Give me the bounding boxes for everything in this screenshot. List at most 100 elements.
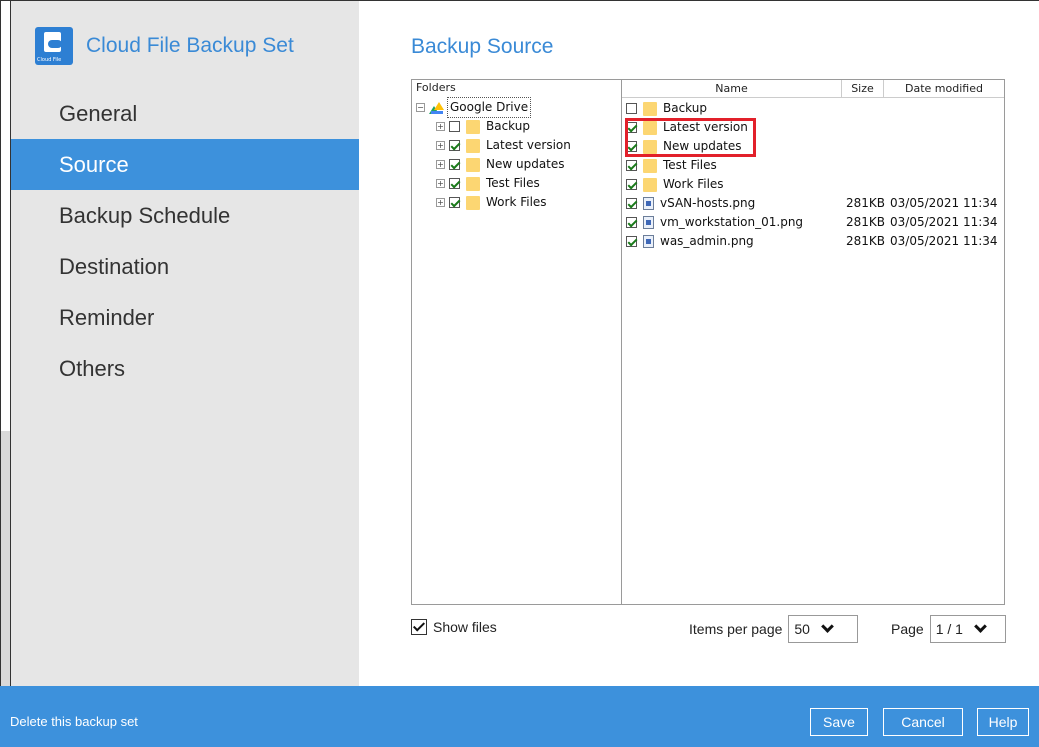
folder-icon: [643, 177, 657, 192]
files-pane: Name Size Date modified Backup Latest ve…: [622, 80, 1004, 604]
file-row[interactable]: was_admin.png 281KB 03/05/2021 11:34: [622, 232, 1004, 251]
tree-item[interactable]: + Test Files: [436, 174, 540, 193]
tree-item-label[interactable]: Backup: [486, 117, 530, 136]
sidebar-nav: General Source Backup Schedule Destinati…: [11, 88, 359, 394]
expand-icon[interactable]: +: [436, 179, 445, 188]
save-button[interactable]: Save: [810, 708, 868, 736]
file-date: 03/05/2021 11:34: [890, 234, 998, 248]
checkbox[interactable]: [449, 140, 460, 151]
google-drive-icon: [429, 101, 444, 114]
help-button[interactable]: Help: [977, 708, 1029, 736]
sidebar: Cloud File Cloud File Backup Set General…: [11, 1, 359, 687]
main-panel: Backup Source Folders − Google Drive + B…: [359, 1, 1039, 687]
checkbox[interactable]: [626, 236, 637, 247]
expand-icon[interactable]: +: [436, 160, 445, 169]
file-name: vSAN-hosts.png: [660, 196, 756, 210]
column-headers: Name Size Date modified: [622, 80, 1004, 98]
checkbox[interactable]: [449, 197, 460, 208]
app-window: Cloud File Cloud File Backup Set General…: [0, 0, 1039, 747]
checkbox[interactable]: [626, 160, 637, 171]
folders-header: Folders: [416, 81, 456, 94]
file-row[interactable]: Test Files: [622, 156, 1004, 175]
items-per-page-label: Items per page: [689, 621, 783, 637]
expand-icon[interactable]: +: [436, 198, 445, 207]
tree-item[interactable]: + Backup: [436, 117, 530, 136]
background-strip: [1, 1, 11, 687]
chevron-down-icon: [975, 624, 985, 634]
tree-root[interactable]: − Google Drive: [416, 97, 532, 118]
sidebar-item-others[interactable]: Others: [11, 343, 359, 394]
tree-item-label[interactable]: New updates: [486, 155, 565, 174]
show-files-checkbox[interactable]: [411, 619, 427, 635]
column-header-date[interactable]: Date modified: [884, 80, 1004, 98]
checkbox[interactable]: [626, 198, 637, 209]
file-date: 03/05/2021 11:34: [890, 196, 998, 210]
sidebar-item-general[interactable]: General: [11, 88, 359, 139]
file-browser: Folders − Google Drive + Backup + Latest…: [411, 79, 1005, 605]
image-file-icon: [643, 235, 654, 248]
brand: Cloud File Cloud File Backup Set: [35, 27, 294, 65]
show-files-toggle[interactable]: Show files: [411, 619, 497, 635]
logo-text: Cloud File: [37, 57, 62, 63]
cancel-button[interactable]: Cancel: [883, 708, 963, 736]
checkbox[interactable]: [626, 217, 637, 228]
image-file-icon: [643, 216, 654, 229]
checkbox[interactable]: [449, 178, 460, 189]
file-name: was_admin.png: [660, 234, 754, 248]
tree-item-label[interactable]: Latest version: [486, 136, 571, 155]
file-row[interactable]: vm_workstation_01.png 281KB 03/05/2021 1…: [622, 213, 1004, 232]
chevron-down-icon: [822, 624, 832, 634]
file-date: 03/05/2021 11:34: [890, 215, 998, 229]
folders-pane: Folders − Google Drive + Backup + Latest…: [412, 80, 622, 604]
brand-title: Cloud File Backup Set: [86, 34, 294, 57]
file-size: 281KB: [846, 215, 886, 229]
expand-icon[interactable]: +: [436, 141, 445, 150]
expand-icon[interactable]: +: [436, 122, 445, 131]
page-title: Backup Source: [411, 35, 554, 58]
highlight-annotation: [625, 118, 756, 157]
folder-icon: [466, 176, 480, 191]
file-name: Work Files: [663, 177, 724, 191]
checkbox[interactable]: [449, 159, 460, 170]
sidebar-item-source[interactable]: Source: [11, 139, 359, 190]
sidebar-item-backup-schedule[interactable]: Backup Schedule: [11, 190, 359, 241]
file-name: vm_workstation_01.png: [660, 215, 804, 229]
file-size: 281KB: [846, 234, 886, 248]
folder-icon: [466, 119, 480, 134]
tree-item[interactable]: + New updates: [436, 155, 565, 174]
column-header-name[interactable]: Name: [622, 80, 842, 98]
checkbox[interactable]: [626, 179, 637, 190]
footer-bar: Delete this backup set Save Cancel Help: [0, 686, 1039, 747]
page-label: Page: [891, 621, 924, 637]
folder-icon: [466, 138, 480, 153]
tree-item[interactable]: + Work Files: [436, 193, 547, 212]
items-per-page-select[interactable]: 50: [788, 615, 859, 643]
dialog: Cloud File Cloud File Backup Set General…: [0, 0, 1039, 687]
folder-icon: [466, 157, 480, 172]
sidebar-item-destination[interactable]: Destination: [11, 241, 359, 292]
folder-icon: [643, 101, 657, 116]
tree-item-label[interactable]: Test Files: [486, 174, 540, 193]
tree-root-label[interactable]: Google Drive: [447, 97, 532, 118]
tree-item[interactable]: + Latest version: [436, 136, 571, 155]
file-name: Test Files: [663, 158, 717, 172]
file-row[interactable]: vSAN-hosts.png 281KB 03/05/2021 11:34: [622, 194, 1004, 213]
items-per-page-value: 50: [794, 621, 810, 637]
sidebar-item-reminder[interactable]: Reminder: [11, 292, 359, 343]
cloud-file-logo-icon: Cloud File: [35, 27, 73, 65]
checkbox[interactable]: [449, 121, 460, 132]
file-name: Backup: [663, 101, 707, 115]
page-select[interactable]: 1 / 1: [929, 615, 1006, 643]
image-file-icon: [643, 197, 654, 210]
file-row[interactable]: Backup: [622, 99, 1004, 118]
file-size: 281KB: [846, 196, 886, 210]
delete-backup-set-link[interactable]: Delete this backup set: [10, 714, 138, 729]
column-header-size[interactable]: Size: [842, 80, 884, 98]
file-row[interactable]: Work Files: [622, 175, 1004, 194]
show-files-label[interactable]: Show files: [433, 619, 497, 635]
tree-item-label[interactable]: Work Files: [486, 193, 547, 212]
collapse-icon[interactable]: −: [416, 103, 425, 112]
checkbox[interactable]: [626, 103, 637, 114]
page-selector: Page 1 / 1: [891, 615, 1006, 643]
folder-icon: [466, 195, 480, 210]
